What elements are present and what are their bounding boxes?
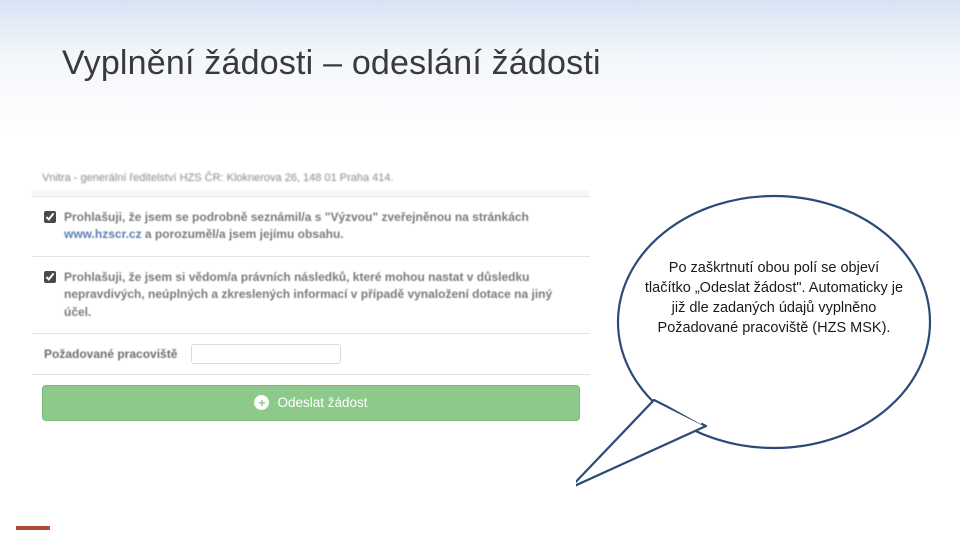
submit-row: + Odeslat žádost <box>32 374 590 433</box>
submit-button-label: Odeslat žádost <box>277 395 367 410</box>
workplace-field[interactable] <box>191 344 341 364</box>
slide-title: Vyplnění žádosti – odeslání žádosti <box>62 44 601 83</box>
speech-bubble-text: Po zaškrtnutí obou polí se objeví tlačít… <box>644 258 904 338</box>
workplace-label: Požadované pracoviště <box>44 347 177 361</box>
declaration-text-2: Prohlašuji, že jsem si vědom/a právních … <box>64 269 578 321</box>
workplace-row: Požadované pracoviště <box>32 333 590 374</box>
declaration-1-part-b: a porozuměl/a jsem jejímu obsahu. <box>142 227 344 241</box>
declaration-row-1: Prohlašuji, že jsem se podrobně seznámil… <box>32 196 590 256</box>
plus-circle-icon: + <box>254 395 269 410</box>
declaration-1-part-a: Prohlašuji, že jsem se podrobně seznámil… <box>64 210 529 224</box>
address-strip: Vnitra - generální ředitelství HZS ČR: K… <box>32 168 590 196</box>
declaration-row-2: Prohlašuji, že jsem si vědom/a právních … <box>32 256 590 333</box>
form-screenshot: Vnitra - generální ředitelství HZS ČR: K… <box>32 168 590 433</box>
speech-bubble: Po zaškrtnutí obou polí se objeví tlačít… <box>576 172 936 512</box>
accent-bar <box>16 526 50 530</box>
declaration-checkbox-1[interactable] <box>44 211 56 223</box>
declaration-checkbox-2[interactable] <box>44 271 56 283</box>
speech-bubble-shape <box>576 172 936 512</box>
declaration-1-link[interactable]: www.hzscr.cz <box>64 227 142 241</box>
declaration-text-1: Prohlašuji, že jsem se podrobně seznámil… <box>64 209 578 244</box>
submit-button[interactable]: + Odeslat žádost <box>42 385 580 421</box>
